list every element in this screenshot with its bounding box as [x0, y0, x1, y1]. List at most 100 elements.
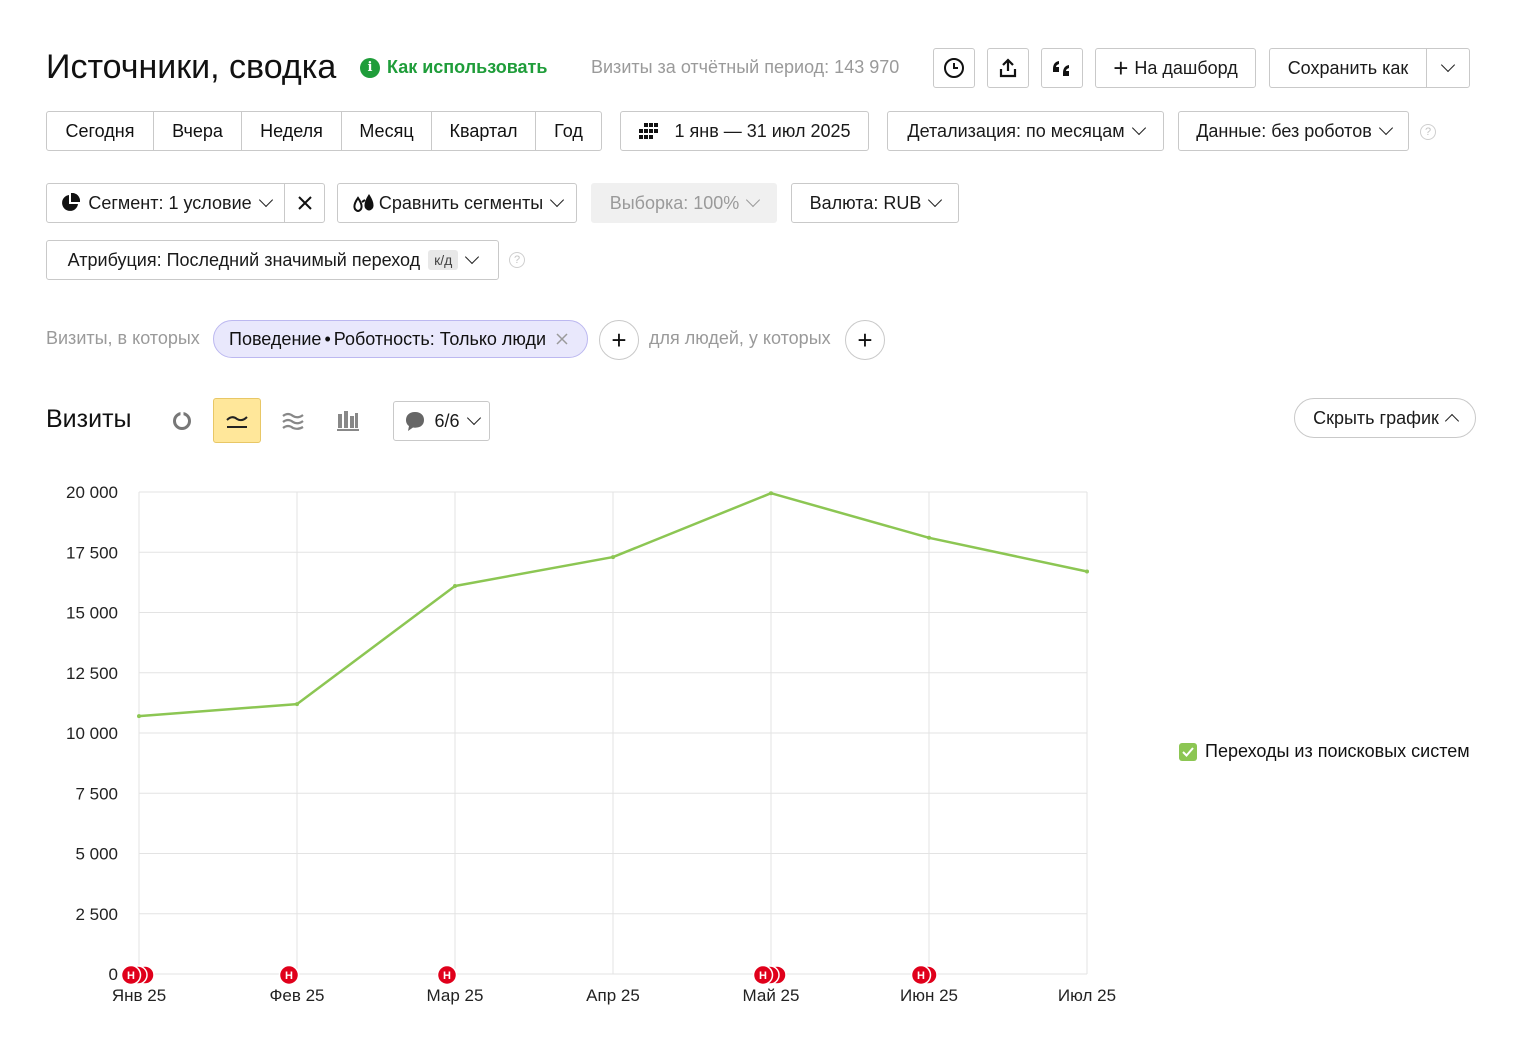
chevron-down-icon [465, 249, 480, 265]
y-tick-label: 20 000 [66, 483, 118, 502]
plus-icon: + [1113, 53, 1129, 83]
plus-icon: + [611, 324, 627, 355]
visits-summary: Визиты за отчётный период: 143 970 [591, 57, 900, 77]
comment-icon [406, 412, 425, 431]
data-point [927, 535, 931, 540]
y-tick-label: 5 000 [75, 845, 118, 864]
legend-checkbox[interactable] [1179, 742, 1197, 761]
calendar-icon [638, 123, 658, 139]
currency-dropdown[interactable]: Валюта: RUB [791, 183, 959, 223]
x-tick-label: Июл 25 [1058, 986, 1116, 1005]
y-tick-label: 0 [109, 965, 118, 984]
chart-type-bar[interactable] [334, 407, 362, 435]
chevron-down-icon [1440, 57, 1456, 73]
y-tick-label: 7 500 [75, 784, 118, 803]
annotation-marker-letter: Н [127, 970, 135, 982]
chevron-down-icon [746, 192, 761, 208]
chart-title: Визиты [46, 405, 132, 433]
segment-dropdown[interactable]: Сегмент: 1 условие [46, 183, 285, 223]
chevron-down-icon [258, 192, 273, 208]
bar-chart-icon [337, 411, 359, 431]
period-week[interactable]: Неделя [242, 112, 342, 150]
add-to-dashboard-button[interactable]: + На дашборд [1095, 48, 1256, 88]
y-axis-ticks: 0 2 500 5 000 7 500 10 000 12 500 15 000 17 500… [66, 483, 118, 984]
annotations-dropdown[interactable]: 6/6 [393, 401, 490, 441]
legend-item[interactable]: Переходы из поисковых систем [1179, 741, 1470, 762]
chart-type-pie[interactable] [168, 407, 196, 435]
line-chart-icon [226, 415, 248, 428]
stacked-area-icon [282, 412, 304, 430]
filter-prefix: Визиты, в которых [46, 328, 200, 348]
help-icon[interactable]: ? [509, 252, 525, 268]
annotation-marker-letter: Н [285, 970, 293, 982]
annotation-marker-letter: Н [759, 970, 767, 982]
clock-icon [944, 58, 964, 78]
period-selector: Сегодня Вчера Неделя Месяц Квартал Год [46, 111, 602, 151]
data-dropdown[interactable]: Данные: без роботов [1178, 111, 1409, 151]
info-icon: i [360, 57, 380, 78]
hide-chart-button[interactable]: Скрыть график [1294, 398, 1476, 438]
chart-grid [138, 491, 1088, 975]
help-icon[interactable]: ? [1420, 124, 1436, 140]
period-quarter[interactable]: Квартал [432, 112, 536, 150]
x-tick-label: Янв 25 [112, 986, 166, 1005]
save-as-button[interactable]: Сохранить как [1269, 48, 1427, 88]
people-filter-label: для людей, у которых [649, 328, 831, 348]
period-month[interactable]: Месяц [342, 112, 432, 150]
compare-segments-dropdown[interactable]: Сравнить сегменты [337, 183, 577, 223]
howto-label: Как использовать [387, 57, 548, 77]
export-button[interactable] [987, 48, 1029, 88]
chart-type-line[interactable] [213, 398, 261, 443]
y-tick-label: 15 000 [66, 604, 118, 623]
period-yesterday[interactable]: Вчера [154, 112, 242, 150]
segment-clear-button[interactable] [284, 183, 325, 223]
quote-button[interactable] [1041, 48, 1083, 88]
add-people-condition-button[interactable]: + [845, 320, 885, 360]
add-visit-condition-button[interactable]: + [599, 320, 639, 360]
chevron-down-icon [466, 410, 481, 426]
period-today[interactable]: Сегодня [47, 112, 154, 150]
period-year[interactable]: Год [536, 112, 601, 150]
pie-chart-icon [173, 410, 191, 430]
annotation-marker-letter: Н [443, 970, 451, 982]
visits-line-chart: 0 2 500 5 000 7 500 10 000 12 500 15 000 17 500… [66, 483, 1116, 1005]
data-point [1085, 569, 1089, 574]
y-tick-label: 17 500 [66, 543, 118, 562]
x-tick-label: Фев 25 [269, 986, 324, 1005]
y-tick-label: 12 500 [66, 664, 118, 683]
annotation-markers: ННННН [120, 964, 938, 986]
chevron-down-icon [1378, 120, 1393, 136]
x-tick-label: Июн 25 [900, 986, 958, 1005]
attribution-dropdown[interactable]: Атрибуция: Последний значимый переход к/… [46, 240, 499, 280]
close-icon[interactable] [555, 332, 569, 346]
data-point [295, 702, 299, 707]
sample-dropdown[interactable]: Выборка: 100% [591, 183, 777, 223]
date-range-button[interactable]: 1 янв — 31 июл 2025 [620, 111, 869, 151]
plus-icon: + [857, 324, 873, 355]
x-tick-label: Мар 25 [427, 986, 484, 1005]
chevron-down-icon [1131, 120, 1146, 136]
legend-label: Переходы из поисковых систем [1205, 741, 1470, 761]
pie-icon [62, 193, 81, 211]
share-icon [999, 58, 1017, 78]
chevron-down-icon [928, 192, 943, 208]
annotation-marker-letter: Н [917, 970, 925, 982]
data-point [137, 714, 141, 719]
history-button[interactable] [933, 48, 975, 88]
page-title: Источники, сводка [46, 48, 337, 86]
howto-link[interactable]: i Как использовать [360, 57, 547, 78]
filter-chip[interactable]: Поведение • Роботность: Только люди [213, 320, 588, 358]
detail-dropdown[interactable]: Детализация: по месяцам [887, 111, 1164, 151]
y-tick-label: 2 500 [75, 905, 118, 924]
x-axis-ticks: Янв 25 Фев 25 Мар 25 Апр 25 Май 25 Июн 25 Июл … [112, 986, 1116, 1005]
chevron-down-icon [550, 192, 565, 208]
x-tick-label: Май 25 [743, 986, 800, 1005]
close-icon [297, 196, 312, 210]
chevron-up-icon [1444, 413, 1459, 429]
save-as-dropdown[interactable] [1426, 48, 1470, 88]
x-tick-label: Апр 25 [586, 986, 640, 1005]
chart-type-area[interactable] [279, 407, 307, 435]
data-point [769, 491, 773, 496]
check-icon [1182, 746, 1194, 757]
data-point [453, 583, 457, 588]
